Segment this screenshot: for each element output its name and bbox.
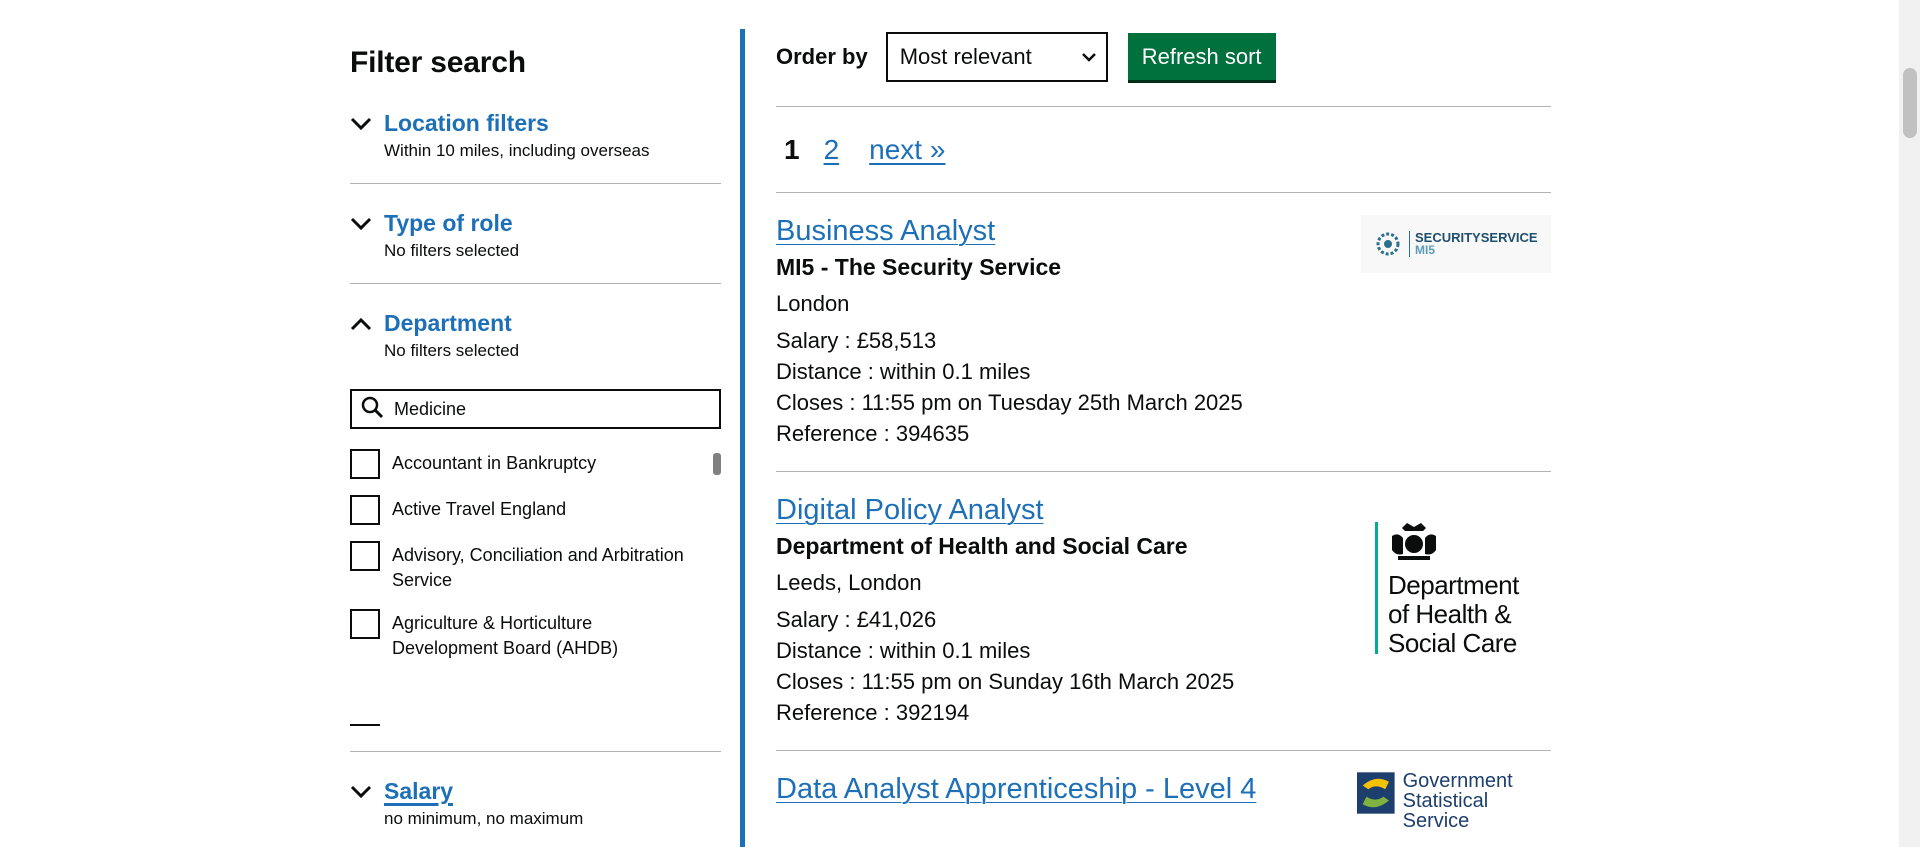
results-divider (740, 29, 745, 847)
chevron-down-icon (350, 111, 384, 137)
department-option[interactable]: Advisory, Conciliation and Arbitration S… (350, 541, 721, 593)
job-details: Salary : £58,513 Distance : within 0.1 m… (776, 325, 1551, 449)
department-option-label: Active Travel England (392, 499, 567, 519)
department-option-label: Accountant in Bankruptcy (392, 453, 597, 473)
current-page: 1 (784, 133, 800, 165)
job-title-link[interactable]: Business Analyst (776, 215, 995, 248)
job-salary: Salary : £58,513 (776, 328, 937, 353)
type-of-role-link[interactable]: Type of role (384, 210, 513, 237)
gss-logo-text-2: Statistical Service (1402, 790, 1489, 832)
job-listing: Business Analyst MI5 - The Security Serv… (776, 193, 1551, 472)
location-filter-toggle[interactable]: Location filters (350, 110, 721, 137)
dhsc-logo-text-3: Social Care (1388, 628, 1517, 658)
type-of-role-section: Type of role No filters selected (350, 184, 721, 284)
order-by-select[interactable]: Most relevant (885, 31, 1108, 82)
chevron-up-icon (350, 311, 384, 337)
search-icon (360, 395, 384, 424)
job-listing: Digital Policy Analyst Department of Hea… (776, 472, 1551, 751)
refresh-sort-button[interactable]: Refresh sort (1127, 33, 1276, 80)
checkbox[interactable] (350, 609, 380, 639)
job-reference: Reference : 394635 (776, 421, 970, 446)
location-filter-link[interactable]: Location filters (384, 110, 549, 137)
department-list-scrollbar[interactable] (713, 453, 721, 475)
department-section: Department No filters selected Accountan… (350, 284, 721, 752)
order-by-value: Most relevant (899, 43, 1032, 69)
chevron-down-icon (1081, 49, 1096, 65)
department-toggle[interactable]: Department (350, 310, 721, 337)
sort-bar: Order by Most relevant Refresh sort (776, 29, 1551, 107)
gss-logo-text-1: Government (1402, 770, 1513, 792)
checkbox[interactable] (350, 449, 380, 479)
salary-link[interactable]: Salary (384, 778, 453, 805)
window-scrollbar[interactable] (1899, 0, 1920, 847)
royal-crest-icon (1392, 523, 1436, 560)
job-title-link[interactable]: Digital Policy Analyst (776, 494, 1044, 527)
dhsc-logo: Department of Health & Social Care (1375, 522, 1551, 658)
mi5-logo-subtext: MI5 (1415, 243, 1436, 257)
pagination: 1 2 next » (776, 107, 1551, 193)
chevron-down-icon (350, 779, 384, 805)
page-2-link[interactable]: 2 (824, 134, 840, 166)
job-closing-date: Closes : 11:55 pm on Tuesday 25th March … (776, 390, 1243, 415)
job-reference: Reference : 392194 (776, 700, 970, 725)
gss-logo: Government Statistical Service (1357, 771, 1551, 831)
department-search-field[interactable] (350, 389, 721, 429)
department-checkbox-list[interactable]: Accountant in Bankruptcy Active Travel E… (350, 449, 721, 731)
department-option[interactable]: Active Travel England (350, 495, 721, 525)
mi5-logo: SECURITYSERVICE MI5 (1361, 215, 1551, 273)
department-option[interactable]: Accountant in Bankruptcy (350, 449, 721, 479)
window-scrollbar-thumb[interactable] (1903, 68, 1917, 138)
search-results: Order by Most relevant Refresh sort 1 2 … (776, 29, 1551, 831)
checkbox[interactable] (350, 541, 380, 571)
job-title-link[interactable]: Data Analyst Apprenticeship - Level 4 (776, 773, 1256, 806)
dhsc-logo-text-2: of Health & (1388, 599, 1512, 629)
checkbox[interactable] (350, 495, 380, 525)
department-summary: No filters selected (384, 341, 520, 360)
filter-title: Filter search (350, 46, 526, 79)
dhsc-logo-text-1: Department (1388, 570, 1519, 600)
department-option[interactable]: Agriculture & Horticulture Development B… (350, 609, 721, 661)
location-filter-summary: Within 10 miles, including overseas (384, 141, 650, 160)
location-filter-section: Location filters Within 10 miles, includ… (350, 110, 721, 184)
next-page-link[interactable]: next » (869, 134, 945, 166)
job-distance: Distance : within 0.1 miles (776, 359, 1031, 384)
gss-mark-icon (1357, 772, 1395, 814)
next-checkbox-edge (350, 724, 380, 726)
type-of-role-summary: No filters selected (384, 241, 520, 260)
salary-summary: no minimum, no maximum (384, 809, 584, 828)
department-option-label: Agriculture & Horticulture Development B… (392, 613, 619, 658)
job-closing-date: Closes : 11:55 pm on Sunday 16th March 2… (776, 669, 1235, 694)
type-of-role-toggle[interactable]: Type of role (350, 210, 721, 237)
department-link[interactable]: Department (384, 310, 512, 337)
department-option-label: Advisory, Conciliation and Arbitration S… (392, 545, 684, 590)
job-location: London (776, 291, 850, 316)
job-listing: Data Analyst Apprenticeship - Level 4 Go… (776, 751, 1551, 831)
salary-toggle[interactable]: Salary (350, 778, 721, 805)
chevron-down-icon (350, 211, 384, 237)
order-by-label: Order by (776, 43, 868, 69)
department-search-input[interactable] (394, 398, 694, 420)
filter-sidebar: Filter search Location filters Within 10… (350, 28, 721, 829)
salary-section: Salary no minimum, no maximum (350, 752, 721, 829)
crest-icon (1376, 232, 1400, 256)
